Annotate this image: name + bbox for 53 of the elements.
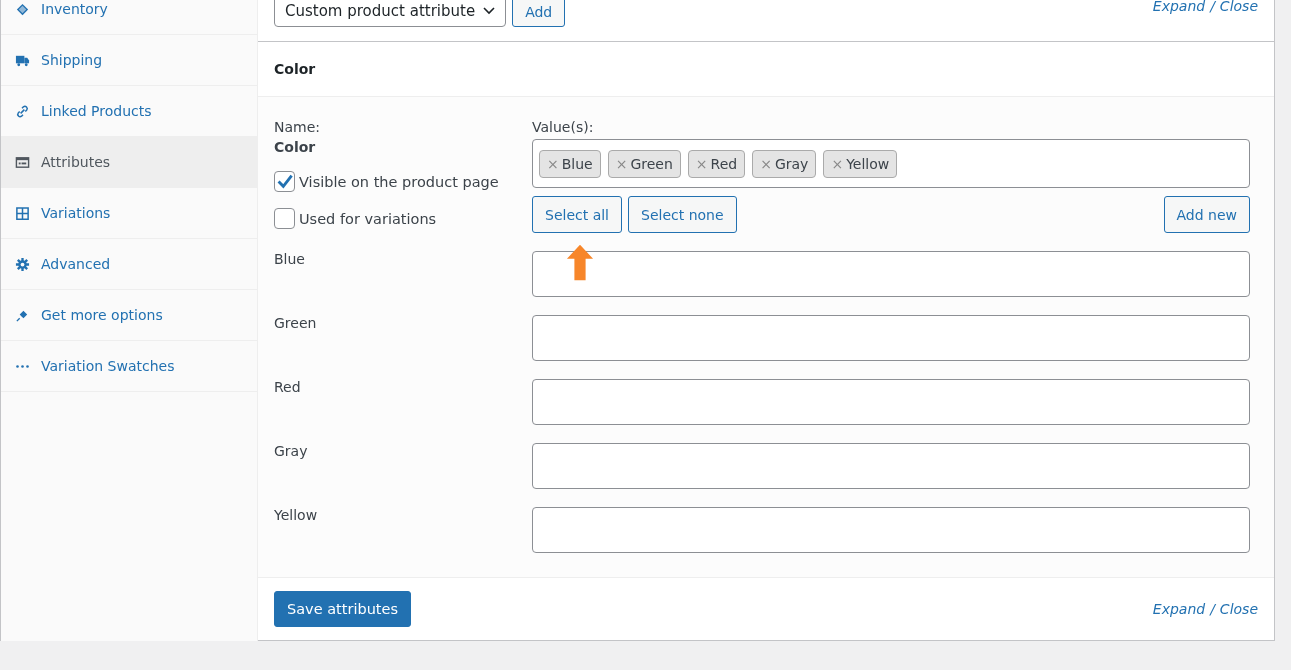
attribute-select[interactable]: Custom product attribute xyxy=(274,0,507,27)
value-tag[interactable]: × Gray xyxy=(752,149,817,178)
expand-link[interactable]: Expand xyxy=(1152,601,1206,617)
sidebar-item[interactable]: Get more options xyxy=(1,290,257,341)
add-new-button[interactable]: Add new xyxy=(1163,196,1250,233)
term-input[interactable] xyxy=(532,379,1250,425)
select-none-button[interactable]: Select none xyxy=(628,196,737,233)
dots-icon xyxy=(16,364,29,368)
checkbox-label: Visible on the product page xyxy=(299,173,499,190)
checkbox[interactable] xyxy=(274,208,295,229)
card-icon xyxy=(15,154,30,170)
remove-icon[interactable]: × xyxy=(547,155,559,172)
remove-icon[interactable]: × xyxy=(760,155,772,172)
link-separator: / xyxy=(1210,0,1215,14)
add-button[interactable]: Add xyxy=(512,0,566,27)
name-label: Name: xyxy=(274,119,322,135)
save-attributes-button[interactable]: Save attributes xyxy=(274,591,411,627)
close-link[interactable]: Close xyxy=(1219,0,1258,14)
value-tag[interactable]: × Green xyxy=(607,149,681,178)
value-tag[interactable]: × Red xyxy=(687,149,746,178)
sidebar-item[interactable]: Variation Swatches xyxy=(1,341,257,392)
term-input[interactable] xyxy=(532,315,1250,361)
close-link[interactable]: Close xyxy=(1219,601,1258,617)
sidebar-item[interactable]: Advanced xyxy=(1,239,257,290)
expand-link[interactable]: Expand xyxy=(1152,0,1206,14)
term-label: Green xyxy=(274,315,318,333)
sidebar-item[interactable]: Attributes xyxy=(1,137,257,188)
sidebar-item[interactable]: Variations xyxy=(1,188,257,239)
value-tag[interactable]: × Yellow xyxy=(823,149,898,178)
sidebar-item[interactable]: Inventory xyxy=(1,0,257,35)
term-label: Red xyxy=(274,379,302,397)
select-all-button[interactable]: Select all xyxy=(532,196,622,233)
checkbox[interactable] xyxy=(274,171,295,192)
gear-icon xyxy=(15,256,30,272)
term-label: Blue xyxy=(274,251,306,269)
link-separator: / xyxy=(1210,601,1215,617)
attribute-name: Color xyxy=(274,139,317,155)
term-input[interactable] xyxy=(532,507,1250,553)
term-input[interactable] xyxy=(532,443,1250,489)
term-input[interactable] xyxy=(532,251,1250,297)
sidebar-item[interactable]: Shipping xyxy=(1,35,257,86)
grid-icon xyxy=(15,205,30,221)
value-tag[interactable]: × Blue xyxy=(539,149,601,178)
remove-icon[interactable]: × xyxy=(615,155,628,172)
remove-icon[interactable]: × xyxy=(831,155,844,172)
term-label: Yellow xyxy=(274,507,319,525)
values-label: Value(s): xyxy=(532,119,595,135)
remove-icon[interactable]: × xyxy=(695,155,708,172)
term-label: Gray xyxy=(274,443,309,461)
chevron-down-icon xyxy=(483,7,496,15)
checkbox-label: Used for variations xyxy=(299,210,437,227)
values-field[interactable]: × Blue × Green × Red × Gray × Yellow xyxy=(532,139,1250,188)
link-icon xyxy=(15,103,30,119)
